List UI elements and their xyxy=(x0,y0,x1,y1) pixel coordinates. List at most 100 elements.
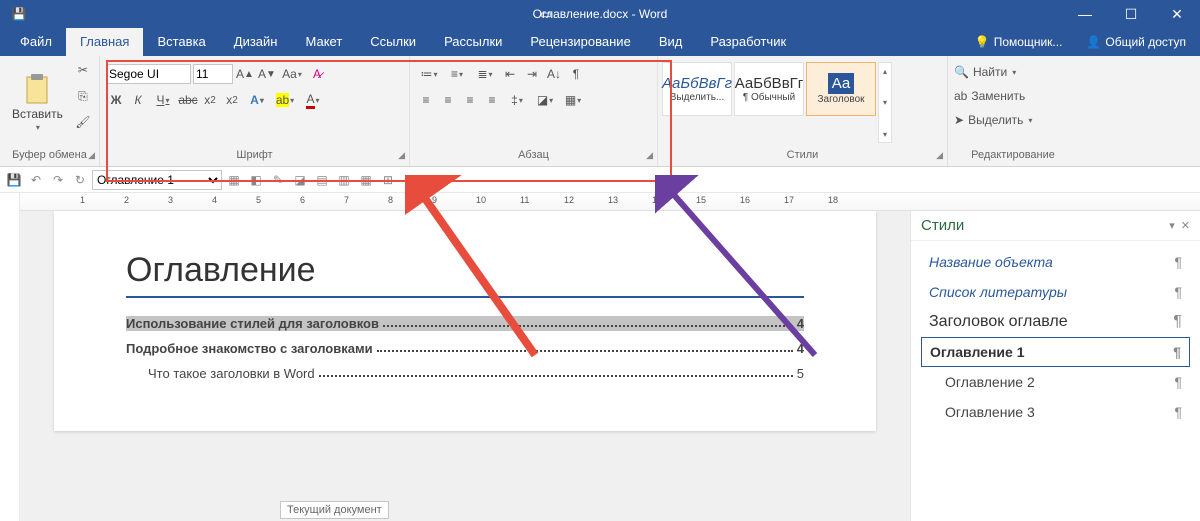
numbering-button[interactable]: ≡▾ xyxy=(444,64,470,84)
sort-button[interactable]: A↓ xyxy=(544,64,564,84)
pane-options-icon[interactable]: ▾ xyxy=(1169,219,1175,232)
qat-btn-3[interactable]: ✎ xyxy=(268,170,288,190)
underline-button[interactable]: Ч▾ xyxy=(150,90,176,110)
save-icon[interactable]: 💾 xyxy=(4,170,24,190)
style-heading[interactable]: Аа Заголовок xyxy=(806,62,876,116)
replace-button[interactable]: abЗаменить xyxy=(954,86,1072,106)
change-case-button[interactable]: Aa▾ xyxy=(279,64,305,84)
toc-entry[interactable]: Подробное знакомство с заголовками 4 xyxy=(126,341,804,356)
tab-insert[interactable]: Вставка xyxy=(143,28,219,56)
superscript-button[interactable]: x2 xyxy=(222,90,242,110)
font-size-input[interactable] xyxy=(193,64,233,84)
format-painter-button[interactable]: 🖌 xyxy=(73,112,93,132)
qat-btn-5[interactable]: ▤ xyxy=(312,170,332,190)
tooltip: Текущий документ xyxy=(280,501,389,519)
redo-button[interactable]: ↷ xyxy=(48,170,68,190)
decrease-indent-button[interactable]: ⇤ xyxy=(500,64,520,84)
repeat-button[interactable]: ↻ xyxy=(70,170,90,190)
tab-layout[interactable]: Макет xyxy=(291,28,356,56)
style-item[interactable]: Название объекта¶ xyxy=(921,247,1190,277)
chevron-down-icon: ▾ xyxy=(36,123,40,132)
copy-button[interactable]: ⎘ xyxy=(73,86,93,106)
style-item[interactable]: Оглавление 2¶ xyxy=(921,367,1190,397)
save-icon[interactable]: 💾 xyxy=(8,7,30,21)
bold-button[interactable]: Ж xyxy=(106,90,126,110)
qat-btn-4[interactable]: ◪ xyxy=(290,170,310,190)
strikethrough-button[interactable]: abc xyxy=(178,90,198,110)
highlight-button[interactable]: ab▾ xyxy=(272,90,298,110)
styles-gallery-more[interactable]: ▴ ▾ ▾ xyxy=(878,62,892,143)
show-marks-button[interactable]: ¶ xyxy=(566,64,586,84)
tab-developer[interactable]: Разработчик xyxy=(696,28,800,56)
multilevel-list-button[interactable]: ≣▾ xyxy=(472,64,498,84)
tab-design[interactable]: Дизайн xyxy=(220,28,292,56)
clear-formatting-button[interactable]: A̷ xyxy=(307,64,327,84)
tab-home[interactable]: Главная xyxy=(66,28,143,56)
title-rule xyxy=(126,296,804,298)
qat-more-button[interactable]: ⋯ xyxy=(422,170,442,190)
font-name-input[interactable] xyxy=(106,64,191,84)
align-right-button[interactable]: ≡ xyxy=(460,90,480,110)
maximize-button[interactable]: ☐ xyxy=(1108,6,1154,23)
scissors-icon: ✂ xyxy=(78,63,88,77)
more-icon[interactable]: ▾ xyxy=(879,126,891,142)
toc-entry[interactable]: Что такое заголовки в Word 5 xyxy=(126,366,804,381)
dialog-launcher-icon[interactable]: ◢ xyxy=(646,150,653,161)
grow-font-button[interactable]: A▲ xyxy=(235,64,255,84)
page-area[interactable]: Оглавление Использование стилей для заго… xyxy=(20,211,910,521)
undo-button[interactable]: ↶ xyxy=(26,170,46,190)
pane-close-icon[interactable]: ✕ xyxy=(1181,219,1190,232)
line-spacing-button[interactable]: ‡▾ xyxy=(504,90,530,110)
qat-btn-9[interactable]: ○ xyxy=(400,170,420,190)
search-icon: 🔍 xyxy=(954,65,969,79)
style-item[interactable]: Оглавление 3¶ xyxy=(921,397,1190,427)
increase-indent-button[interactable]: ⇥ xyxy=(522,64,542,84)
qat-btn-8[interactable]: ⊞ xyxy=(378,170,398,190)
chevron-down-icon[interactable]: ▾ xyxy=(879,95,891,111)
window-title: Оглавление.docx - Word xyxy=(533,7,668,21)
italic-button[interactable]: К xyxy=(128,90,148,110)
style-item-selected[interactable]: Оглавление 1¶ xyxy=(921,337,1190,367)
tab-references[interactable]: Ссылки xyxy=(356,28,430,56)
minimize-button[interactable]: ― xyxy=(1062,6,1108,23)
qat-btn-6[interactable]: ▥ xyxy=(334,170,354,190)
tell-me-button[interactable]: 💡 Помощник... xyxy=(965,35,1073,49)
align-center-button[interactable]: ≡ xyxy=(438,90,458,110)
close-button[interactable]: ✕ xyxy=(1154,6,1200,23)
dialog-launcher-icon[interactable]: ◢ xyxy=(88,150,95,161)
tab-mailings[interactable]: Рассылки xyxy=(430,28,516,56)
style-item[interactable]: Список литературы¶ xyxy=(921,277,1190,307)
shrink-font-button[interactable]: A▼ xyxy=(257,64,277,84)
tab-review[interactable]: Рецензирование xyxy=(516,28,644,56)
shading-button[interactable]: ◪▾ xyxy=(532,90,558,110)
group-editing: 🔍Найти▾ abЗаменить ➤Выделить▾ Редактиров… xyxy=(948,56,1078,166)
style-selector[interactable]: Оглавление 1 xyxy=(92,170,222,190)
chevron-up-icon[interactable]: ▴ xyxy=(879,63,891,79)
tab-view[interactable]: Вид xyxy=(645,28,697,56)
style-emphasis[interactable]: АаБбВвГг Выделить... xyxy=(662,62,732,116)
align-left-button[interactable]: ≡ xyxy=(416,90,436,110)
select-button[interactable]: ➤Выделить▾ xyxy=(954,110,1072,130)
dialog-launcher-icon[interactable]: ◢ xyxy=(398,150,405,161)
justify-button[interactable]: ≡ xyxy=(482,90,502,110)
qat-btn-1[interactable]: ▦ xyxy=(224,170,244,190)
borders-button[interactable]: ▦▾ xyxy=(560,90,586,110)
share-button[interactable]: 👤 Общий доступ xyxy=(1072,35,1200,49)
toc-entry[interactable]: Использование стилей для заголовков 4 xyxy=(126,316,804,331)
qat-btn-2[interactable]: ◧ xyxy=(246,170,266,190)
tab-file[interactable]: Файл xyxy=(6,28,66,56)
subscript-button[interactable]: x2 xyxy=(200,90,220,110)
horizontal-ruler[interactable]: 123456789101112131415161718 xyxy=(20,193,1200,211)
text-effects-button[interactable]: A▾ xyxy=(244,90,270,110)
dialog-launcher-icon[interactable]: ◢ xyxy=(936,150,943,161)
font-color-button[interactable]: A▾ xyxy=(300,90,326,110)
paste-button[interactable]: Вставить ▾ xyxy=(6,60,69,145)
style-item[interactable]: Заголовок оглавле¶ xyxy=(921,307,1190,337)
vertical-ruler[interactable] xyxy=(0,211,20,521)
find-button[interactable]: 🔍Найти▾ xyxy=(954,62,1072,82)
qat-btn-7[interactable]: ▦ xyxy=(356,170,376,190)
cut-button[interactable]: ✂ xyxy=(73,60,93,80)
bullets-button[interactable]: ≔▾ xyxy=(416,64,442,84)
style-normal[interactable]: АаБбВвГг ¶ Обычный xyxy=(734,62,804,116)
quick-access-toolbar: 💾 ↶ ↷ ↻ Оглавление 1 ▦ ◧ ✎ ◪ ▤ ▥ ▦ ⊞ ○ ⋯ xyxy=(0,167,1200,193)
